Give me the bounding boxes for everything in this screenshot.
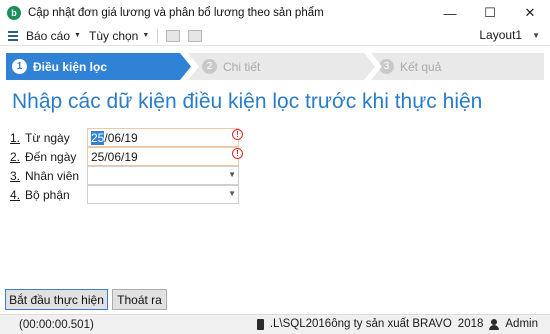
copy-icon[interactable] [166, 29, 181, 42]
close-button[interactable]: ✕ [510, 0, 550, 26]
layout-value: Layout1 [479, 28, 523, 42]
to-date-label: Đến ngày [25, 150, 77, 164]
from-date-label: Từ ngày [25, 131, 70, 145]
page-heading: Nhập các dữ kiện điều kiện lọc trước khi… [12, 90, 483, 113]
maximize-button[interactable]: ☐ [470, 0, 510, 26]
department-row: 4. Bộ phận ▼ [10, 185, 250, 204]
print-icon[interactable] [188, 29, 203, 42]
minimize-button[interactable]: — [430, 0, 470, 26]
chevron-down-icon: ▼ [228, 170, 236, 179]
status-info: .L\SQL2016ông ty sản xuất BRAVO 2018 Adm… [256, 318, 538, 330]
selected-text: 25 [91, 131, 105, 145]
elapsed-timer: (00:00:00.501) [19, 318, 94, 331]
step-number: 2 [202, 59, 217, 74]
step-label: Điều kiện lọc [33, 59, 108, 74]
user-icon [489, 318, 500, 330]
layout-dropdown[interactable]: Layout1 ▼ [479, 28, 540, 42]
window-title: Cập nhật đơn giá lương và phân bổ lương … [28, 7, 324, 19]
report-menu-label: Báo cáo [26, 28, 71, 43]
to-date-row: 2. Đến ngày 25/06/19 ! [10, 147, 250, 166]
employee-select[interactable]: ▼ [87, 166, 239, 185]
database-icon [256, 318, 264, 330]
chevron-down-icon: ▼ [228, 189, 236, 198]
exit-button[interactable]: Thoát ra [112, 289, 167, 310]
toolbar-separator [157, 28, 159, 43]
hamburger-menu-icon[interactable] [8, 30, 18, 41]
step-details[interactable]: 2 Chi tiết [188, 53, 375, 80]
date-text: 25/06/19 [91, 150, 138, 164]
from-date-row: 1. Từ ngày 25/06/19 ! [10, 128, 250, 147]
department-select[interactable]: ▼ [87, 185, 239, 204]
step-label: Kết quả [400, 59, 442, 74]
chevron-down-icon: ▼ [532, 30, 540, 40]
options-menu[interactable]: Tùy chọn ▼ [89, 29, 149, 43]
window-controls: — ☐ ✕ [430, 0, 550, 26]
step-results[interactable]: 3 Kết quả [371, 53, 544, 80]
status-bar: (00:00:00.501) .L\SQL2016ông ty sản xuất… [0, 314, 550, 334]
error-icon: ! [232, 148, 243, 159]
wizard-steps: 1 Điều kiện lọc 2 Chi tiết 3 Kết quả [0, 53, 550, 80]
options-menu-label: Tùy chọn [88, 28, 139, 43]
field-number: 2. [10, 150, 21, 164]
field-number: 4. [10, 188, 21, 202]
toolbar: Báo cáo ▼ Tùy chọn ▼ Layout1 ▼ [0, 26, 550, 46]
step-number: 1 [12, 59, 27, 74]
date-text: /06/19 [104, 131, 138, 145]
error-icon: ! [232, 129, 243, 140]
step-number: 3 [379, 59, 394, 74]
from-date-input[interactable]: 25/06/19 [87, 128, 239, 147]
user-name: Admin [505, 318, 538, 330]
employee-row: 3. Nhân viên ▼ [10, 166, 250, 185]
title-bar: b Cập nhật đơn giá lương và phân bổ lươn… [0, 0, 550, 26]
report-menu[interactable]: Báo cáo ▼ [26, 29, 81, 43]
start-button[interactable]: Bắt đầu thực hiện [5, 289, 108, 310]
to-date-input[interactable]: 25/06/19 [87, 147, 239, 166]
database-name: .L\SQL2016ông ty sản xuất BRAVO [269, 318, 452, 330]
step-filter-conditions[interactable]: 1 Điều kiện lọc [6, 53, 191, 80]
employee-label: Nhân viên [25, 169, 80, 183]
field-number: 1. [10, 131, 21, 145]
app-logo-icon: b [7, 6, 21, 20]
caret-down-icon: ▼ [74, 32, 81, 39]
fiscal-year: 2018 [457, 318, 484, 330]
department-label: Bộ phận [25, 188, 70, 202]
step-label: Chi tiết [223, 59, 261, 74]
field-number: 3. [10, 169, 21, 183]
caret-down-icon: ▼ [142, 32, 150, 39]
